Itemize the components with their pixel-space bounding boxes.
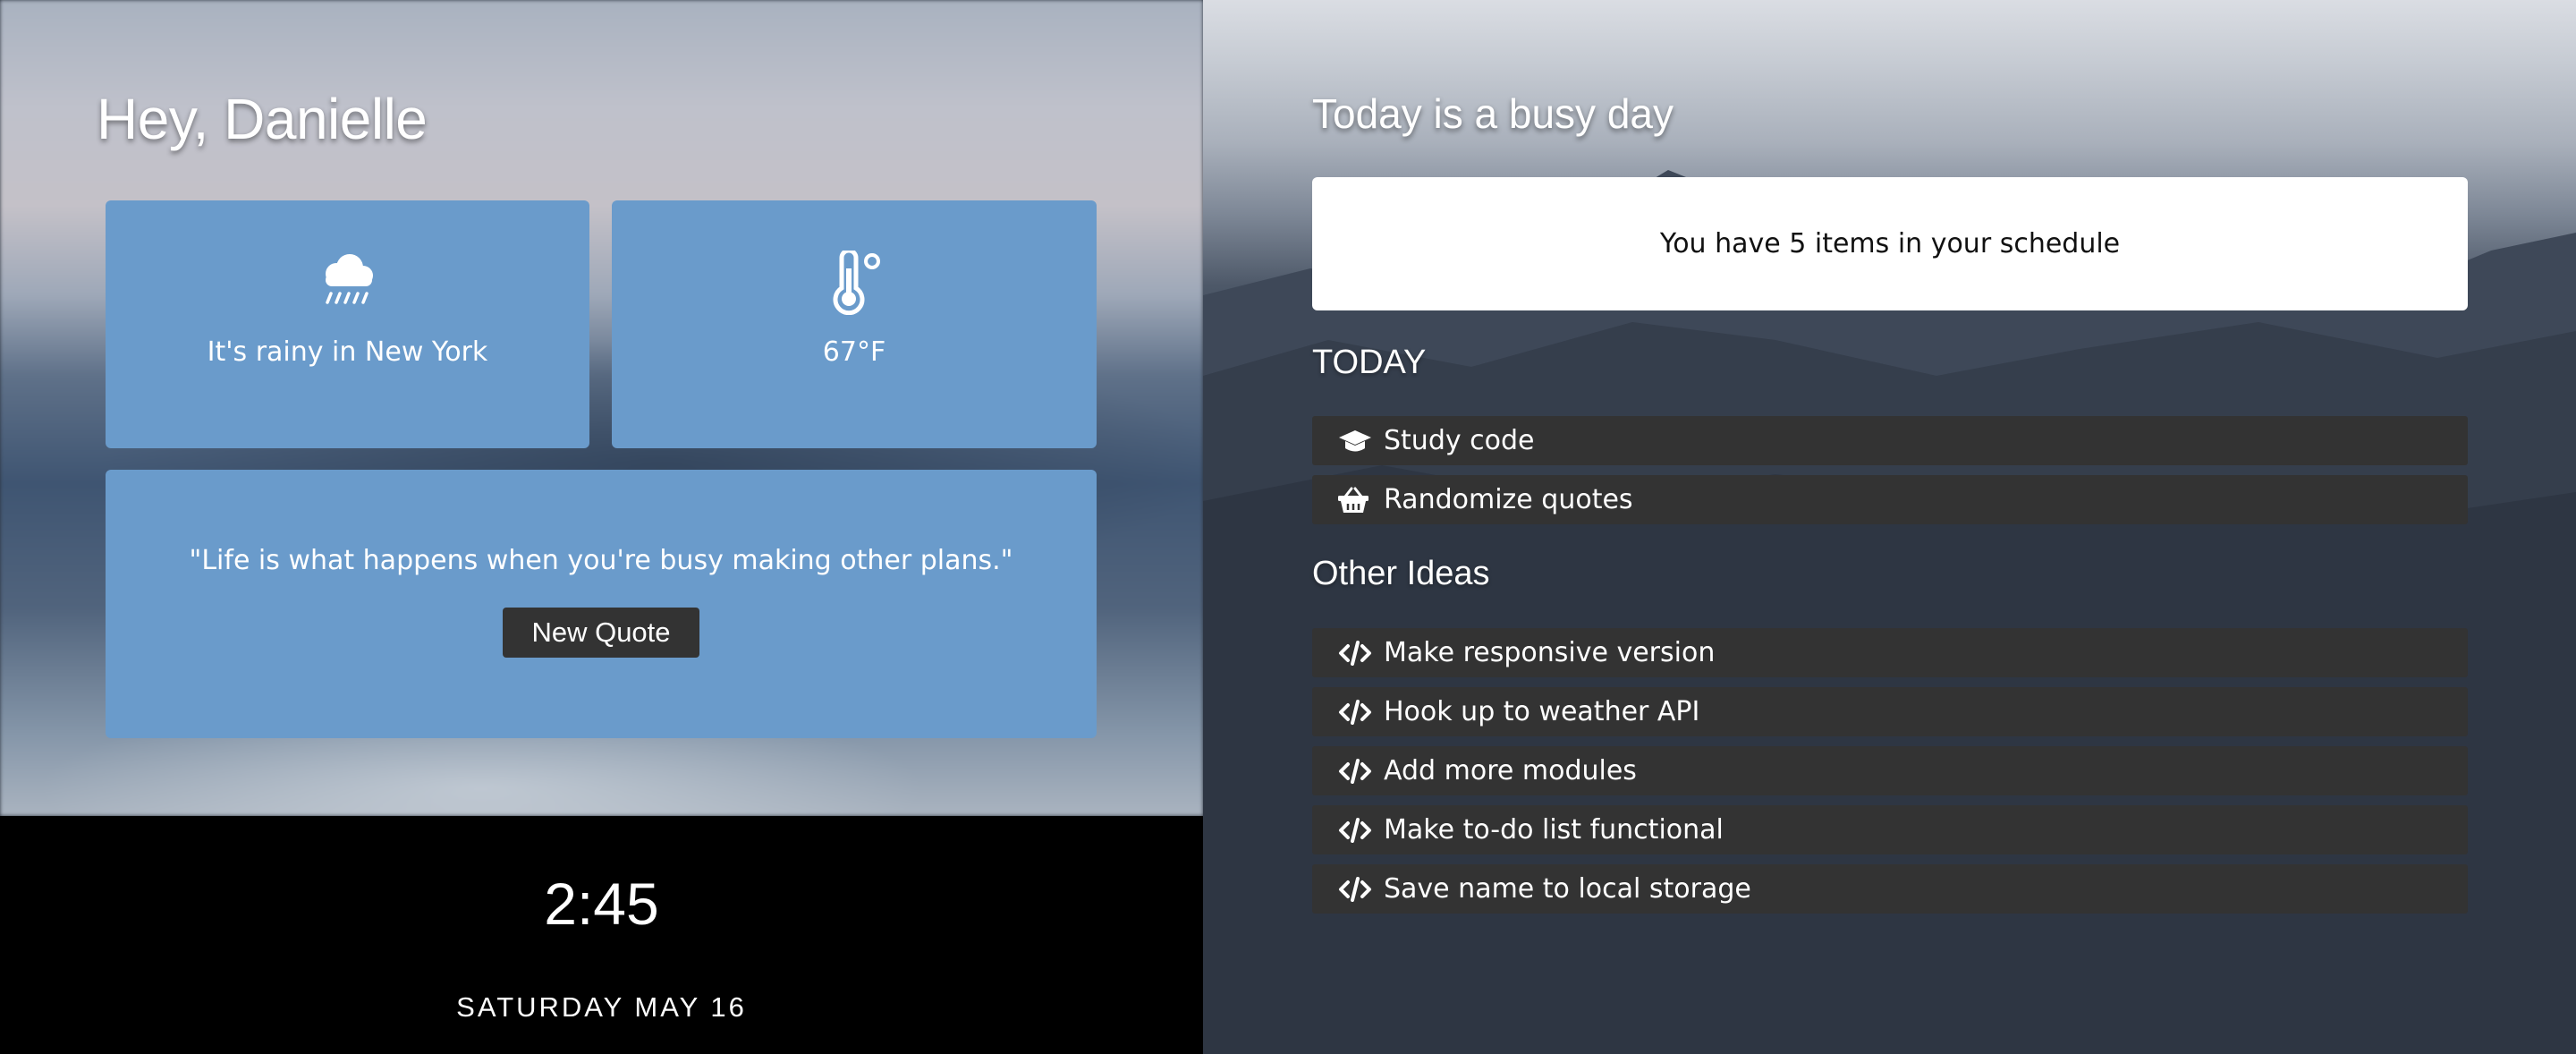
code-icon (1337, 698, 1375, 727)
code-icon (1337, 757, 1375, 786)
idea-item-hook-up-weather-api[interactable]: Hook up to weather API (1312, 687, 2468, 736)
idea-item-save-name-local-storage[interactable]: Save name to local storage (1312, 864, 2468, 914)
weather-card: It's rainy in New York (106, 200, 589, 448)
idea-item-label: Save name to local storage (1384, 873, 1751, 905)
todo-item-study-code[interactable]: Study code (1312, 416, 2468, 465)
idea-item-label: Hook up to weather API (1384, 696, 1700, 727)
right-panel: Today is a busy day You have 5 items in … (1203, 0, 2576, 1054)
weather-condition-text: It's rainy in New York (207, 336, 488, 368)
todo-item-randomize-quotes[interactable]: Randomize quotes (1312, 475, 2468, 524)
code-icon (1337, 816, 1375, 845)
clock-time: 2:45 (544, 871, 659, 937)
todo-item-label: Randomize quotes (1384, 484, 1633, 515)
today-heading: TODAY (1312, 344, 1427, 381)
idea-item-label: Make responsive version (1384, 637, 1716, 668)
idea-item-make-todo-list-functional[interactable]: Make to-do list functional (1312, 805, 2468, 854)
idea-item-label: Add more modules (1384, 755, 1637, 786)
schedule-summary-text: You have 5 items in your schedule (1659, 228, 2121, 259)
basket-icon (1337, 486, 1375, 514)
code-icon (1337, 875, 1375, 904)
schedule-summary-box: You have 5 items in your schedule (1312, 177, 2468, 310)
temperature-text: 67°F (822, 336, 886, 368)
schedule-title: Today is a busy day (1312, 90, 1674, 137)
greeting-heading: Hey, Danielle (97, 87, 428, 151)
other-ideas-heading: Other Ideas (1312, 555, 1490, 592)
clock-panel: 2:45 SATURDAY MAY 16 (0, 816, 1203, 1054)
quote-text: "Life is what happens when you're busy m… (189, 545, 1013, 576)
new-quote-button[interactable]: New Quote (503, 608, 699, 658)
left-panel: Hey, Danielle It's rainy in New York 67°… (0, 0, 1203, 1054)
clock-date: SATURDAY MAY 16 (456, 991, 747, 1023)
quote-card: "Life is what happens when you're busy m… (106, 470, 1097, 738)
code-icon (1337, 639, 1375, 667)
graduation-cap-icon (1337, 427, 1375, 455)
temperature-card: 67°F (612, 200, 1097, 448)
todo-item-label: Study code (1384, 425, 1535, 456)
idea-item-label: Make to-do list functional (1384, 814, 1724, 846)
thermometer-icon (822, 248, 886, 319)
idea-item-make-responsive-version[interactable]: Make responsive version (1312, 628, 2468, 677)
idea-item-add-more-modules[interactable]: Add more modules (1312, 746, 2468, 795)
cloud-rain-icon (317, 251, 379, 318)
